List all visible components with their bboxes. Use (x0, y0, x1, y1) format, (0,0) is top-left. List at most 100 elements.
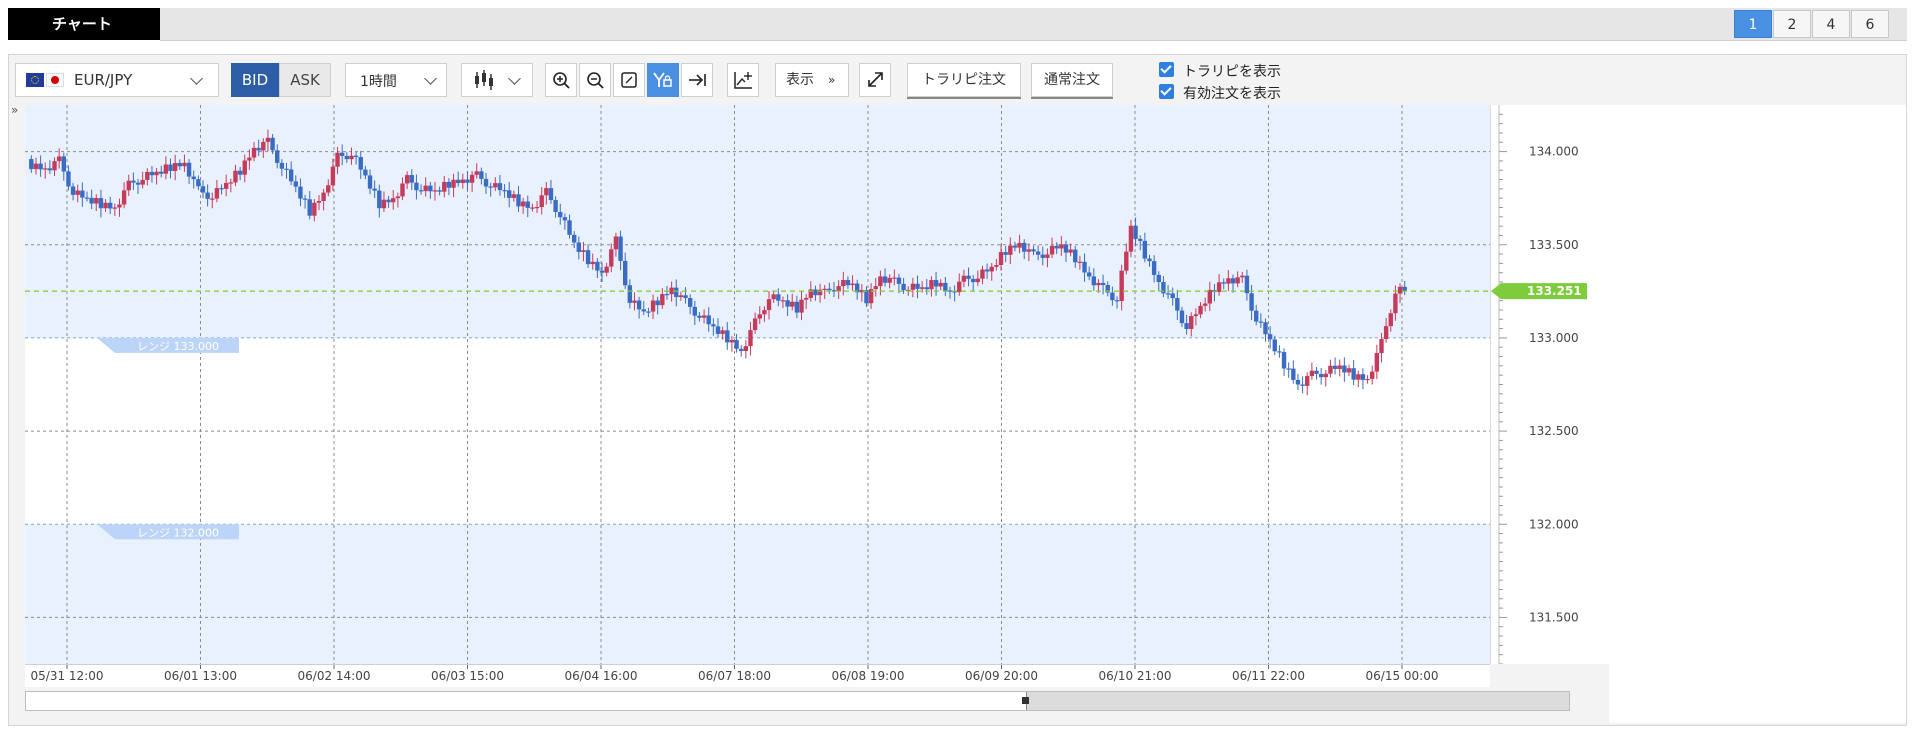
chart-type-select[interactable] (461, 63, 533, 97)
symbol-select[interactable]: EUR/JPY (15, 63, 219, 97)
navigator-handle[interactable] (1022, 697, 1029, 704)
candle-body (1258, 321, 1264, 323)
candle-body (38, 163, 43, 170)
price-axis-svg: 134.000 133.500 133.000 132.500 132.000 131.5… (1491, 105, 1587, 665)
price-tick-label: 134.000 (1529, 145, 1579, 159)
bid-button[interactable]: BID (231, 63, 279, 97)
candle-body (372, 188, 377, 191)
fit-button[interactable] (613, 63, 645, 97)
candle-body (1198, 305, 1203, 315)
candle-body (1351, 368, 1356, 380)
candle-body (1240, 275, 1245, 278)
candle-body (571, 234, 577, 243)
candle-body (168, 164, 173, 171)
candle-body (446, 181, 452, 188)
time-tick-label: 05/31 12:00 (31, 669, 104, 683)
candle-body (219, 188, 224, 190)
candle-body (251, 147, 257, 158)
navigator-window[interactable] (1026, 692, 1569, 710)
candle-body (1235, 277, 1240, 284)
candle-body (1189, 316, 1194, 329)
jump-end-button[interactable] (681, 63, 713, 97)
candle-body (349, 155, 354, 160)
range-label-tag: レンジ 133.000 (97, 337, 239, 353)
candle-body (780, 300, 786, 302)
zoom-in-icon (553, 72, 570, 89)
candle-body (850, 283, 855, 286)
candle-body (423, 185, 428, 192)
normal-order-button[interactable]: 通常注文 (1031, 63, 1113, 97)
candle-body (627, 285, 633, 303)
chevron-double-down-icon: » (828, 73, 836, 87)
candle-body (172, 163, 178, 171)
candle-body (1184, 323, 1189, 329)
chart-navigator[interactable] (25, 691, 1570, 711)
candle-body (687, 298, 693, 307)
page-button-1[interactable]: 1 (1734, 10, 1772, 38)
candle-body (525, 201, 530, 208)
zoom-in-button[interactable] (545, 63, 577, 97)
tab-chart[interactable]: チャート (8, 8, 160, 40)
candle-body (1397, 286, 1403, 294)
candle-body (1226, 278, 1231, 284)
candle-body (539, 195, 544, 207)
expand-button[interactable] (859, 63, 891, 97)
candle-body (576, 242, 582, 252)
candle-body (743, 346, 749, 351)
candle-body (1022, 242, 1027, 252)
ask-button[interactable]: ASK (279, 63, 331, 97)
candle-body (813, 289, 818, 296)
candle-body (1100, 282, 1106, 285)
expand-left-icon[interactable]: » (11, 103, 18, 117)
candle-body (599, 270, 605, 273)
candle-body (1035, 251, 1041, 255)
candle-body (1138, 238, 1143, 241)
candlestick-icon (475, 70, 493, 90)
candle-body (117, 204, 122, 208)
chevron-down-icon (190, 72, 203, 85)
candle-body (377, 190, 382, 209)
zoom-out-button[interactable] (579, 63, 611, 97)
candle-body (924, 287, 929, 290)
candle-body (1388, 313, 1393, 327)
crosshair-button[interactable] (647, 63, 679, 97)
candle-body (103, 202, 108, 209)
page-button-2[interactable]: 2 (1773, 10, 1811, 38)
candle-body (957, 281, 962, 293)
candle (1360, 368, 1366, 390)
chart-plot-area[interactable]: レンジ 133.000 レンジ 132.000 (25, 105, 1490, 664)
display-menu-button[interactable]: 表示 » (775, 63, 849, 97)
candle-body (938, 282, 943, 287)
candle-body (242, 160, 247, 175)
candle-body (89, 197, 94, 204)
candle-body (947, 290, 953, 292)
candle-body (437, 190, 442, 192)
candle-body (1068, 249, 1073, 253)
candle-body (892, 277, 897, 279)
candle (1295, 373, 1301, 391)
chevron-down-icon (508, 72, 521, 85)
timeframe-select[interactable]: 1時間 (345, 63, 447, 97)
fit-icon (621, 72, 637, 88)
candlestick-chart[interactable]: レンジ 133.000 レンジ 132.000 (25, 105, 1490, 664)
page-button-4[interactable]: 4 (1812, 10, 1850, 38)
candle-body (344, 155, 350, 160)
time-tick-label: 06/09 20:00 (965, 669, 1038, 683)
candle-body (896, 277, 902, 284)
candle-body (1059, 244, 1064, 249)
add-indicator-button[interactable] (727, 63, 759, 97)
candle-body (841, 280, 846, 287)
candle-body (135, 182, 141, 185)
page-button-6[interactable]: 6 (1851, 10, 1889, 38)
candle-body (1365, 378, 1370, 381)
candle-body (418, 190, 424, 192)
candle (1277, 345, 1282, 358)
expand-icon (868, 72, 883, 87)
candle-body (683, 295, 688, 299)
candle-body (302, 198, 308, 200)
candle-body (1309, 370, 1315, 377)
candle-body (1249, 293, 1254, 311)
candle-body (1133, 225, 1138, 239)
trap-repeat-order-button[interactable]: トラリピ注文 (907, 63, 1021, 97)
candle-body (1379, 339, 1384, 354)
